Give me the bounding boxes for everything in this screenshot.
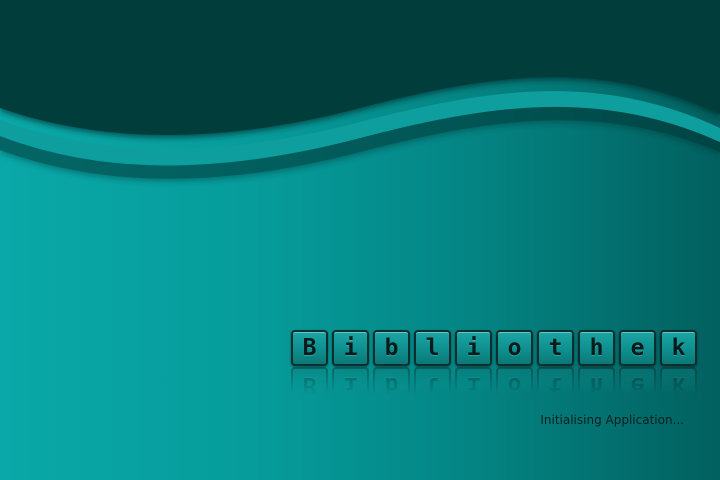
logo-reflection: B i b l i o t h e k — [291, 367, 697, 403]
logo-tile: b — [373, 330, 410, 366]
logo-reflection-tile: i — [455, 367, 492, 403]
logo-tile: l — [414, 330, 451, 366]
logo-tile: i — [455, 330, 492, 366]
splash-screen: B i b l i o t h e k B i b l i o t h e k … — [0, 0, 720, 480]
logo-reflection-tile: l — [414, 367, 451, 403]
logo-tile: e — [619, 330, 656, 366]
logo-tile: o — [496, 330, 533, 366]
logo-reflection-tile: k — [660, 367, 697, 403]
logo-tile: k — [660, 330, 697, 366]
logo-reflection-tile: i — [332, 367, 369, 403]
header-wave — [0, 0, 720, 179]
logo-tile: t — [537, 330, 574, 366]
logo-reflection-tile: e — [619, 367, 656, 403]
status-message: Initialising Application... — [540, 413, 684, 427]
logo-reflection-tile: o — [496, 367, 533, 403]
logo-reflection-tile: B — [291, 367, 328, 403]
logo-tile: h — [578, 330, 615, 366]
logo-reflection-tile: h — [578, 367, 615, 403]
app-logo: B i b l i o t h e k B i b l i o t h e k — [291, 330, 697, 410]
logo-tile: i — [332, 330, 369, 366]
logo-reflection-tile: t — [537, 367, 574, 403]
logo-tiles: B i b l i o t h e k — [291, 330, 697, 366]
logo-tile: B — [291, 330, 328, 366]
logo-reflection-tile: b — [373, 367, 410, 403]
